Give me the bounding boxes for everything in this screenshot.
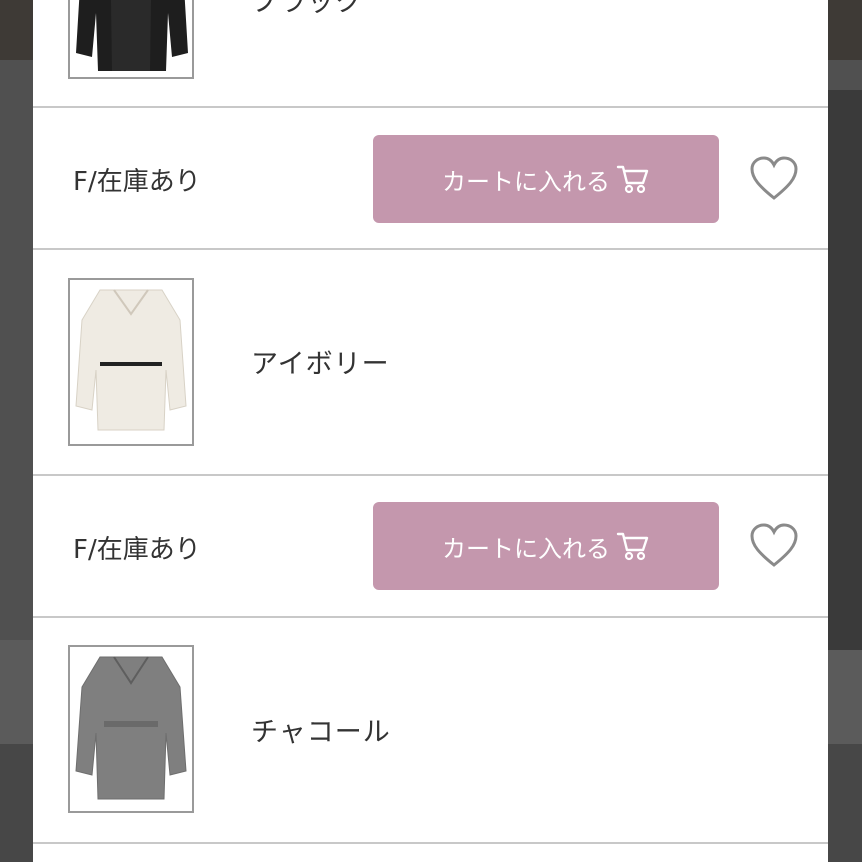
variant-color-name: ブラック — [251, 0, 363, 18]
add-to-cart-button[interactable]: カートに入れる — [373, 135, 719, 223]
heart-icon[interactable] — [749, 523, 799, 569]
add-to-cart-label: カートに入れる — [442, 534, 610, 563]
variant-action-row-black: F/在庫あり カートに入れる — [33, 108, 828, 250]
add-to-cart-label: カートに入れる — [442, 167, 610, 196]
variant-row-charcoal: チャコール — [33, 618, 828, 844]
add-to-cart-button[interactable]: カートに入れる — [373, 502, 719, 590]
cart-icon — [616, 532, 649, 561]
variant-color-name: アイボリー — [251, 349, 390, 380]
variant-select-modal: ブラック F/在庫あり カートに入れる アイボリー F/在庫あり カートに入れる… — [33, 0, 828, 862]
stock-status: F/在庫あり — [73, 535, 201, 565]
product-thumbnail-black — [68, 0, 194, 79]
stock-status: F/在庫あり — [73, 167, 201, 197]
variant-color-name: チャコール — [251, 717, 391, 748]
variant-row-black: ブラック — [33, 0, 828, 108]
variant-action-row-ivory: F/在庫あり カートに入れる — [33, 476, 828, 618]
heart-icon[interactable] — [749, 156, 799, 202]
product-thumbnail-charcoal — [68, 645, 194, 813]
cart-icon — [616, 165, 649, 194]
variant-row-ivory: アイボリー — [33, 250, 828, 476]
product-thumbnail-ivory — [68, 278, 194, 446]
